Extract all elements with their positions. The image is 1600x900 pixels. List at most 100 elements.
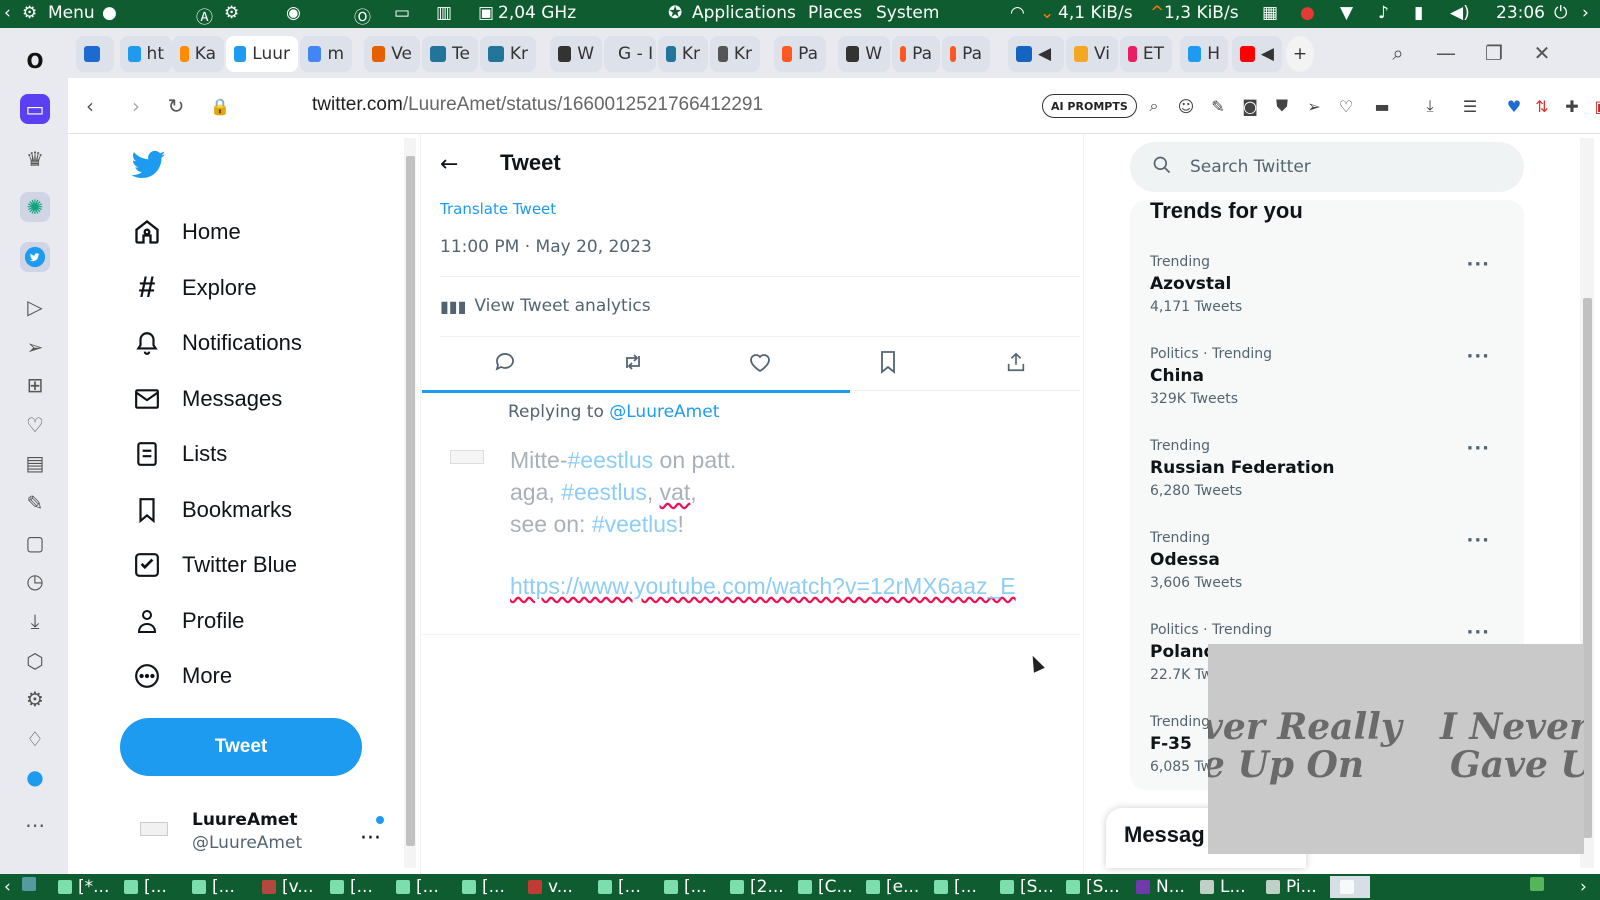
extension-bird-icon[interactable]: ♥ [1502, 94, 1526, 118]
translate-tweet-link[interactable]: Translate Tweet [440, 200, 556, 218]
taskbar-tray-icon[interactable] [1530, 877, 1550, 891]
nav-more[interactable]: More [132, 656, 232, 696]
reply-composer[interactable]: Mitte-#eestlus on patt. aga, #eestlus, v… [510, 444, 1016, 602]
tab-active-twitter[interactable]: Luur [226, 36, 298, 72]
downloads-sidebar-icon[interactable]: ⤓ [20, 606, 50, 636]
tab-media[interactable]: ◀ [1008, 36, 1064, 72]
send-icon[interactable]: ➢ [20, 332, 50, 362]
firefox-icon[interactable]: ● [102, 3, 117, 23]
trend-item[interactable]: Trending Azovstal 4,171 Tweets ··· [1150, 254, 1520, 315]
right-scrollbar-thumb[interactable] [1583, 298, 1592, 838]
nav-bookmarks[interactable]: Bookmarks [132, 490, 292, 530]
url-field[interactable]: twitter.com/LuureAmet/status/16600125217… [312, 94, 763, 116]
taskbar-item[interactable]: [... [462, 877, 505, 897]
taskbar-item-active[interactable] [1330, 876, 1370, 898]
taskbar-item[interactable]: [... [192, 877, 235, 897]
reload-button[interactable]: ↻ [162, 92, 190, 120]
bookmark-icon[interactable] [874, 348, 902, 376]
shield-icon[interactable]: ⛊ [1270, 94, 1294, 118]
tab-0[interactable]: ht [120, 36, 172, 72]
twitter-logo-icon[interactable] [131, 150, 166, 180]
taskbar-item[interactable]: [S... [1066, 877, 1120, 897]
show-desktop-button[interactable] [22, 877, 42, 891]
view-analytics-link[interactable]: ▮▮▮ View Tweet analytics [440, 296, 651, 316]
easy-setup-icon[interactable]: ☰ [1458, 94, 1482, 118]
system-menu[interactable]: System [876, 3, 939, 23]
edit-icon[interactable]: ✎ [20, 488, 50, 518]
taskbar-item[interactable]: L... [1200, 877, 1246, 897]
account-more-icon[interactable]: ··· [360, 826, 381, 851]
taskbar-item[interactable]: [*... [58, 877, 109, 897]
share-icon[interactable] [1002, 348, 1030, 376]
nav-messages[interactable]: Messages [132, 379, 282, 419]
camera-icon[interactable]: ◙ [1238, 94, 1262, 118]
back-arrow-icon[interactable]: ← [440, 152, 458, 177]
extension-red-icon[interactable]: ▣ [1590, 94, 1600, 118]
battery-icon[interactable]: ▮ [1414, 3, 1423, 23]
heart-toolbar-icon[interactable]: ♡ [1334, 94, 1358, 118]
back-button[interactable]: ‹ [76, 92, 104, 120]
emoji-icon[interactable]: ☺ [1174, 94, 1198, 118]
clock[interactable]: 23:06 [1496, 3, 1545, 23]
taskbar-item[interactable]: [S... [1000, 877, 1054, 897]
video-popout[interactable]: ver Really I Never R e Up On Gave Up [1208, 644, 1584, 854]
tab-audio-icon[interactable]: ◀ [1261, 44, 1274, 64]
taskbar-item[interactable]: v... [528, 877, 573, 897]
tab-8[interactable]: G - I [604, 36, 656, 72]
left-scrollbar-thumb[interactable] [406, 156, 415, 846]
nav-twitter-blue[interactable]: Twitter Blue [132, 545, 297, 585]
settings-launcher-icon[interactable]: ⚙ [224, 3, 239, 23]
tab-7[interactable]: W [550, 36, 602, 72]
menu-icon[interactable]: ⚙ [22, 3, 37, 23]
tweet-button[interactable]: Tweet [120, 718, 362, 776]
taskbar-item[interactable]: [... [664, 877, 707, 897]
twitter-sidebar-icon[interactable] [20, 242, 50, 272]
wifi-icon[interactable]: ▼ [1340, 3, 1353, 23]
reply-icon[interactable] [491, 348, 519, 376]
applications-menu[interactable]: Applications [692, 3, 796, 23]
tab-6[interactable]: Kr [480, 36, 536, 72]
forward-button[interactable]: › [122, 92, 150, 120]
like-icon[interactable] [746, 348, 774, 376]
close-window-button[interactable]: ✕ [1528, 39, 1556, 67]
power-icon[interactable]: ⏻ [1554, 3, 1567, 23]
new-tab-button[interactable]: + [1286, 36, 1314, 72]
left-scrollbar[interactable] [404, 138, 416, 868]
tabs-icon[interactable]: ▢ [20, 528, 50, 558]
extensions-puzzle-icon[interactable]: ✚ [1560, 94, 1584, 118]
history-icon[interactable]: ◷ [20, 566, 50, 596]
maximize-button[interactable]: ❐ [1480, 39, 1508, 67]
tab-pinned[interactable] [76, 36, 114, 72]
tray-app-icon[interactable]: ▦ [1262, 3, 1278, 23]
menu-button[interactable]: Menu [48, 3, 95, 23]
apps-grid-icon[interactable]: ⊞ [20, 370, 50, 400]
taskbar-item[interactable]: [v... [262, 877, 314, 897]
taskbar-item[interactable]: Pi... [1266, 877, 1317, 897]
taskbar-item[interactable]: [... [124, 877, 167, 897]
bulb-icon[interactable]: ♢ [20, 724, 50, 754]
panel-left-arrow-icon[interactable]: ‹ [4, 3, 11, 23]
taskbar-item[interactable]: [2... [730, 877, 784, 897]
applications-icon[interactable]: ✪ [668, 3, 682, 23]
nav-profile[interactable]: Profile [132, 601, 244, 641]
tab-17[interactable]: H [1180, 36, 1228, 72]
trend-more-icon[interactable]: ··· [1466, 346, 1490, 367]
crown-icon[interactable]: ♛ [20, 144, 50, 174]
trend-more-icon[interactable]: ··· [1466, 622, 1490, 643]
nav-home[interactable]: Home [132, 212, 241, 252]
pen-icon[interactable]: ✎ [1206, 94, 1230, 118]
launcher-a-icon[interactable]: Ⓐ [196, 3, 213, 28]
tab-12[interactable]: W [838, 36, 890, 72]
extension-arrows-icon[interactable]: ⇅ [1530, 94, 1554, 118]
taskbar-item[interactable]: [... [396, 877, 439, 897]
taskbar-item[interactable]: N... [1136, 877, 1185, 897]
cube-icon[interactable]: ⬡ [20, 646, 50, 676]
lens-icon[interactable]: ⌕ [1142, 94, 1166, 118]
volume-icon[interactable]: ◀) [1450, 3, 1470, 23]
send-toolbar-icon[interactable]: ➢ [1302, 94, 1326, 118]
replying-handle[interactable]: @LuureAmet [609, 402, 719, 422]
sidebar-more-icon[interactable]: ⋯ [20, 810, 50, 840]
tab-5[interactable]: Te [422, 36, 478, 72]
opera-logo-icon[interactable]: O [20, 46, 50, 76]
retweet-icon[interactable] [619, 348, 647, 376]
